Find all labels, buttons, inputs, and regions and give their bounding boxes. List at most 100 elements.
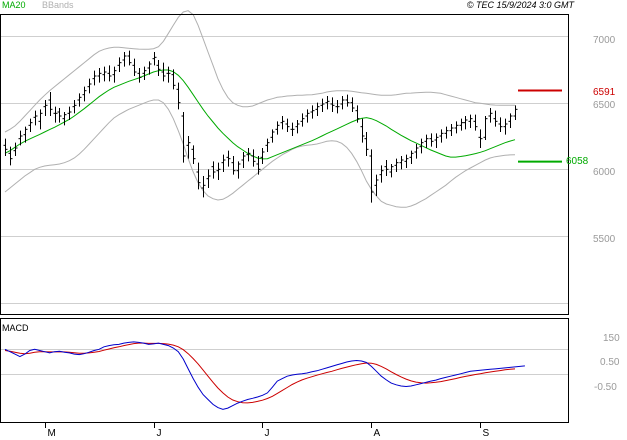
bbands-layer [4,10,516,208]
price-bar [260,148,265,164]
price-bar [132,58,137,76]
price-bar [191,145,196,164]
price-bar [176,82,181,110]
price-bar [137,68,142,83]
price-bar [152,52,157,66]
price-bar [181,112,186,163]
price-bar [275,121,280,135]
price-bar [444,126,449,139]
price-bar [38,109,43,130]
legend-ma20: MA20 [2,0,26,10]
price-panel-frame [0,14,569,315]
bbands-lower-line [4,99,516,208]
price-bar [345,94,350,107]
y-tick-label: 6000 [593,167,616,178]
price-bar [226,150,231,167]
price-bar [161,62,166,82]
price-bar [216,162,221,180]
price-bar [498,117,503,132]
price-bar [53,106,58,123]
price-bar [62,112,67,126]
price-bar [57,108,62,123]
price-bar [265,138,270,152]
price-bar [434,133,439,148]
price-bar [399,156,404,170]
copyright-text: © TEC 15/9/2024 3:0 GMT [467,0,576,10]
price-bar [77,93,82,107]
resistance-label: 6591 [593,87,616,98]
bbands-upper-line [4,10,515,133]
price-bar [97,68,102,83]
price-bar [310,105,315,119]
price-bar [280,116,285,130]
price-bar [72,100,77,114]
price-bar [112,66,117,83]
price-bar [429,133,434,147]
grid-layer [1,36,568,375]
price-bar [201,176,206,198]
price-bar [454,121,459,134]
x-tick-label: M [48,428,56,439]
macd-y-tick-label: 0.50 [600,357,620,368]
macd-layer [4,341,525,410]
price-bar [166,66,171,83]
price-bar [33,110,38,126]
price-bar [493,110,498,127]
price-bar [463,116,468,130]
macd-signal-line [4,342,516,404]
y-tick-label: 5500 [593,234,616,245]
macd-title: MACD [2,323,29,333]
price-bar [335,100,340,114]
price-bar [206,169,211,188]
support-label: 6058 [566,156,589,167]
price-bars-layer [3,50,518,203]
price-bar [290,122,295,136]
price-bar [295,120,300,134]
price-bar [3,138,8,156]
x-tick-label: J [265,428,270,439]
macd-y-tick-label: 150 [603,333,620,344]
price-bar [13,142,18,156]
ma-layer [4,69,516,160]
price-bar [320,98,325,112]
price-bar [439,129,444,143]
price-bar [513,105,518,120]
price-bar [92,70,97,86]
price-bar [503,118,508,135]
chart-canvas: MA20 BBands © TEC 15/9/2024 3:0 GMT 6591… [0,0,620,439]
macd-y-tick-label: -0.50 [594,382,617,393]
price-bar [231,156,236,175]
price-bar [384,160,389,176]
axis-layer [0,14,569,428]
price-bar [459,118,464,131]
price-bar [488,108,493,123]
price-bar [374,174,379,196]
price-bar [360,118,365,143]
y-tick-label: 6500 [593,100,616,111]
price-bar [340,96,345,110]
price-bar [43,100,48,116]
x-tick-label: S [483,428,490,439]
price-bar [449,124,454,136]
price-bar [350,97,355,112]
price-bar [404,154,409,168]
price-bar [251,149,256,167]
price-bar [285,118,290,132]
price-bar [305,109,310,123]
price-bar [122,52,127,67]
price-bar [379,165,384,183]
y-tick-label: 7000 [593,35,616,46]
price-bar [369,149,374,203]
price-bar [330,97,335,112]
price-bar [508,113,513,128]
levels-layer [518,89,562,163]
price-bar [300,113,305,127]
price-bar [473,114,478,131]
price-bar [241,152,246,168]
price-bar [127,50,132,66]
price-bar [270,129,275,143]
price-bar [156,60,161,76]
price-bar [389,164,394,178]
price-bar [478,129,483,148]
x-tick-label: J [157,428,162,439]
